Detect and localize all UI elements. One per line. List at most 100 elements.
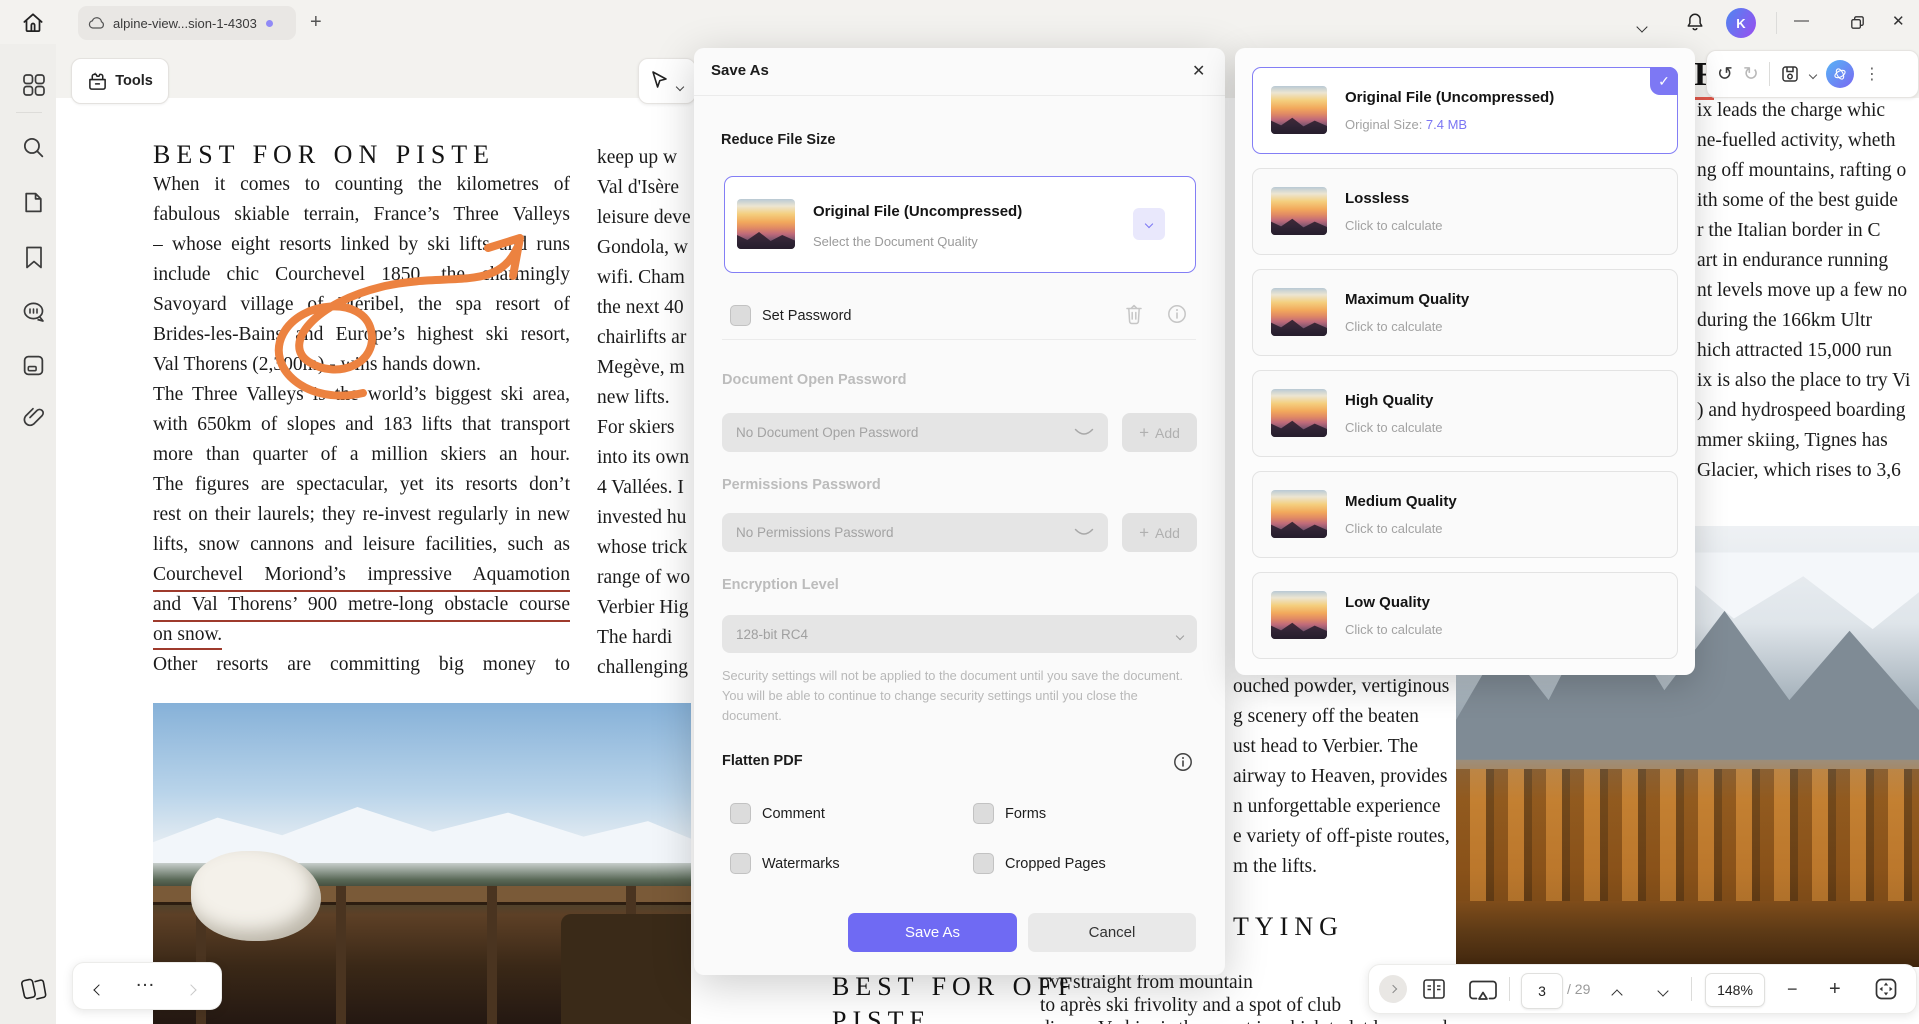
minimize-button[interactable]: — <box>1794 12 1809 29</box>
quality-option-high[interactable]: High Quality Click to calculate <box>1252 370 1678 457</box>
quality-option-lossless[interactable]: Lossless Click to calculate <box>1252 168 1678 255</box>
maximize-button[interactable] <box>1848 13 1867 32</box>
grid-menu-icon[interactable] <box>21 72 47 98</box>
permissions-password-field[interactable]: No Permissions Password <box>722 513 1108 552</box>
body-line: Val d'Isère <box>597 177 691 199</box>
body-line: the next 40 <box>597 297 691 319</box>
quality-thumbnail <box>1271 288 1327 336</box>
document-open-password-field[interactable]: No Document Open Password <box>722 413 1108 452</box>
zoom-out-button[interactable]: − <box>1787 980 1798 998</box>
eye-closed-icon <box>1074 528 1094 538</box>
body-line: Verbier Hig <box>597 597 691 619</box>
body-line: ng off mountains, rafting o <box>1697 160 1919 182</box>
eye-closed-icon <box>1074 428 1094 438</box>
heading-off-piste-line1: BEST FOR OFF <box>832 972 1078 1002</box>
page-number-input[interactable] <box>1521 973 1563 1009</box>
heading-partying-fragment: TYING <box>1233 912 1344 942</box>
divider <box>722 339 1196 340</box>
swatch-pages-icon[interactable] <box>18 976 48 1004</box>
quality-option-title: Low Quality <box>1345 594 1430 611</box>
quality-option-subtitle: Click to calculate <box>1345 622 1443 637</box>
undo-button[interactable]: ↺ <box>1717 65 1733 84</box>
flatten-cropped-pages-checkbox[interactable] <box>973 853 994 874</box>
expand-panel-button[interactable] <box>1379 975 1407 1003</box>
quality-option-maximum[interactable]: Maximum Quality Click to calculate <box>1252 269 1678 356</box>
presentation-mode-icon[interactable] <box>1467 978 1499 1002</box>
body-line: leisure deve <box>597 207 691 229</box>
titlebar-chevron-down-icon[interactable] <box>1638 18 1646 36</box>
cloud-icon <box>88 16 106 30</box>
set-password-checkbox[interactable] <box>730 305 751 326</box>
set-password-label: Set Password <box>762 308 851 324</box>
body-line: range of wo <box>597 567 691 589</box>
document-open-password-label: Document Open Password <box>722 372 907 388</box>
body-line: Megève, m <box>597 357 691 379</box>
next-view-button[interactable] <box>187 981 195 999</box>
quality-option-medium[interactable]: Medium Quality Click to calculate <box>1252 471 1678 558</box>
select-tool-button[interactable] <box>638 58 696 104</box>
ai-assistant-button[interactable] <box>1826 60 1854 88</box>
close-window-button[interactable]: ✕ <box>1892 12 1905 30</box>
tools-button[interactable]: Tools <box>71 58 169 104</box>
add-permissions-password-button[interactable]: + Add <box>1122 513 1197 552</box>
heading-off-piste-line2: PISTE <box>832 1006 931 1024</box>
next-page-button[interactable] <box>1659 982 1667 1000</box>
trash-icon <box>1122 301 1146 327</box>
document-quality-selector[interactable]: Original File (Uncompressed) Select the … <box>724 176 1196 273</box>
body-line: challenging <box>597 657 691 679</box>
document-tab[interactable]: alpine-view...sion-1-4303 <box>78 6 296 40</box>
add-open-password-button[interactable]: + Add <box>1122 413 1197 452</box>
thumbnail-panel-icon[interactable] <box>21 353 46 378</box>
zoom-level-input[interactable]: 148% <box>1705 973 1765 1007</box>
page-icon[interactable] <box>21 190 46 215</box>
quality-option-subtitle: Click to calculate <box>1345 319 1443 334</box>
quality-dropdown-button[interactable] <box>1133 208 1165 240</box>
cancel-button[interactable]: Cancel <box>1028 913 1196 952</box>
search-icon[interactable] <box>21 135 46 160</box>
toolbar-overflow-button[interactable]: ⋮ <box>1864 64 1880 84</box>
new-tab-button[interactable]: + <box>310 11 322 34</box>
encryption-level-select[interactable]: 128-bit RC4 <box>722 615 1197 653</box>
previous-view-button[interactable] <box>95 981 103 999</box>
save-icon[interactable] <box>1780 64 1800 84</box>
flatten-info-icon[interactable] <box>1172 751 1194 773</box>
flatten-forms-label: Forms <box>1005 806 1046 822</box>
body-line: ix is also the place to try Vi <box>1697 370 1919 392</box>
body-line: during the 166km Ultr <box>1697 310 1919 332</box>
home-button[interactable] <box>20 10 48 38</box>
two-page-view-icon[interactable] <box>1421 977 1447 1001</box>
quality-option-low[interactable]: Low Quality Click to calculate <box>1252 572 1678 659</box>
fit-screen-icon[interactable] <box>1873 976 1899 1002</box>
previous-page-button[interactable] <box>1613 986 1621 1004</box>
body-line: Gondola, w <box>597 237 691 259</box>
body-line-underlined: and Val Thorens’ 900 metre-long obstacle… <box>153 594 570 622</box>
avatar[interactable]: K <box>1726 8 1756 38</box>
body-line: Other resorts are committing big money t… <box>153 654 570 678</box>
body-line: more than quarter of a million skiers an… <box>153 444 570 468</box>
body-line: to après ski frivolity and a spot of clu… <box>1040 995 1341 1017</box>
body-line: whose trick <box>597 537 691 559</box>
quality-option-subtitle: Click to calculate <box>1345 420 1443 435</box>
flatten-watermarks-checkbox[interactable] <box>730 853 751 874</box>
save-as-confirm-button[interactable]: Save As <box>848 913 1017 952</box>
flatten-forms-checkbox[interactable] <box>973 803 994 824</box>
reduce-file-size-label: Reduce File Size <box>721 132 835 148</box>
bookmark-icon[interactable] <box>23 245 45 270</box>
dialog-close-button[interactable]: ✕ <box>1192 61 1205 81</box>
comment-icon[interactable] <box>21 300 47 325</box>
save-options-chevron-icon[interactable] <box>1810 65 1816 83</box>
more-pages-button[interactable]: … <box>135 969 155 992</box>
add-label: Add <box>1155 425 1180 441</box>
zoom-in-button[interactable]: + <box>1829 979 1841 999</box>
quality-options-menu: Original File (Uncompressed) Original Si… <box>1235 48 1695 675</box>
flatten-comment-checkbox[interactable] <box>730 803 751 824</box>
divider <box>694 95 1225 96</box>
quality-selected-title: Original File (Uncompressed) <box>813 203 1022 220</box>
quality-thumbnail <box>1271 591 1327 639</box>
body-line: mmer skiing, Tignes has <box>1697 430 1919 452</box>
quality-option-title: High Quality <box>1345 392 1433 409</box>
quality-option-original[interactable]: Original File (Uncompressed) Original Si… <box>1252 67 1678 154</box>
redo-button[interactable]: ↻ <box>1743 65 1759 84</box>
notification-bell-icon[interactable] <box>1684 11 1706 35</box>
attachment-paperclip-icon[interactable] <box>23 406 45 431</box>
